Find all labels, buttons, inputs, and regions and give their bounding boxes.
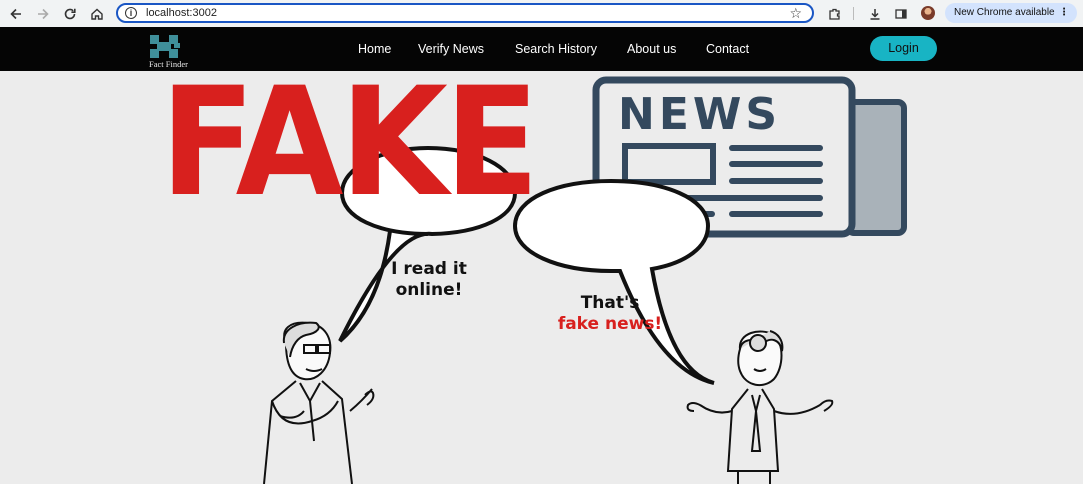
- profile-avatar[interactable]: [921, 6, 935, 20]
- speech-bubble-right: [512, 178, 715, 385]
- home-icon[interactable]: [88, 5, 106, 23]
- bubble-left-text: I read it online!: [364, 259, 494, 301]
- nav-search-history[interactable]: Search History: [515, 42, 597, 56]
- woman-figure: [686, 330, 834, 484]
- newspaper-title: NEWS: [618, 89, 782, 140]
- fake-headline: FAKE: [160, 56, 539, 230]
- bubble-right-line2: fake news!: [557, 314, 663, 334]
- bubble-right-line1: That's: [580, 293, 640, 313]
- nav-verify-news[interactable]: Verify News: [418, 42, 484, 56]
- nav-about-us[interactable]: About us: [627, 42, 676, 56]
- browser-toolbar: i localhost:3002 ☆ New Chrome available …: [0, 0, 1083, 27]
- bookmark-star-icon[interactable]: ☆: [789, 5, 802, 22]
- bubble-left-line2: online!: [395, 280, 463, 300]
- update-chrome-button[interactable]: New Chrome available ⋮: [945, 3, 1077, 23]
- extensions-icon[interactable]: [826, 5, 844, 23]
- reload-icon[interactable]: [61, 5, 79, 23]
- bubble-right-text: That's fake news!: [535, 293, 685, 335]
- hero-banner: FAKE NEWS I read it online! That's fake …: [0, 56, 1083, 484]
- side-panel-icon[interactable]: [892, 5, 910, 23]
- nav-home[interactable]: Home: [358, 42, 391, 56]
- bubble-left-line1: I read it: [391, 259, 467, 279]
- man-figure: [263, 321, 375, 484]
- site-info-icon[interactable]: i: [125, 7, 137, 19]
- back-icon[interactable]: [7, 5, 25, 23]
- login-button[interactable]: Login: [870, 36, 937, 61]
- address-bar[interactable]: i localhost:3002 ☆: [116, 3, 814, 23]
- more-menu-icon[interactable]: ⋮: [1059, 3, 1069, 23]
- forward-icon[interactable]: [34, 5, 52, 23]
- toolbar-divider: [853, 7, 854, 20]
- url-text[interactable]: localhost:3002: [146, 7, 217, 19]
- download-icon[interactable]: [866, 5, 884, 23]
- nav-contact[interactable]: Contact: [706, 42, 749, 56]
- update-chrome-label: New Chrome available: [954, 7, 1055, 18]
